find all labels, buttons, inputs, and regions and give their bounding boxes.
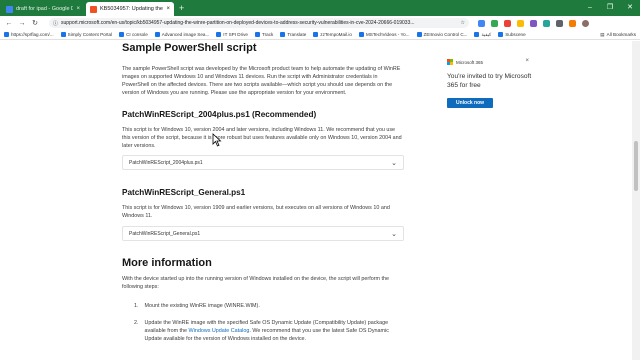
accordion-label: PatchWinREScript_General.ps1 [129, 230, 201, 237]
bookmark-item[interactable]: كيفية [474, 32, 491, 38]
bookmark-item[interactable]: https://sprflag.com/... [4, 32, 54, 37]
bookmark-icon [216, 32, 222, 37]
tab-close-icon[interactable]: × [166, 6, 170, 12]
extension-icon[interactable] [569, 19, 576, 27]
bookmark-item[interactable]: IT SPI Drive [216, 32, 248, 37]
microsoft365-ad: Microsoft 365 × You're invited to try Mi… [447, 58, 533, 125]
list-item: 2. Update the WinRE image with the speci… [134, 320, 389, 342]
extension-icon[interactable] [556, 19, 563, 27]
tab-close-icon[interactable]: × [76, 6, 80, 12]
script2-title: PatchWinREScript_General.ps1 [122, 188, 246, 197]
chevron-down-icon: ⌄ [391, 159, 397, 167]
extensions-area [478, 19, 589, 27]
bookmark-item[interactable]: Advanced image Sea... [154, 32, 209, 37]
article: Sample PowerShell script The sample Powe… [122, 41, 404, 343]
bookmark-icon [154, 32, 160, 37]
maximize-icon[interactable]: ❐ [600, 0, 620, 16]
unlock-now-button[interactable]: Unlock now [447, 98, 493, 108]
extension-icon[interactable] [517, 19, 524, 27]
address-bar[interactable]: ⓘ support.microsoft.com/en-us/topic/kb50… [49, 18, 469, 28]
bookmark-icon [313, 32, 319, 37]
page-content: Sample PowerShell script The sample Powe… [0, 41, 632, 360]
accordion-label: PatchWinREScript_2004plus.ps1 [129, 159, 203, 166]
bookmark-item[interactable]: Translate [280, 32, 306, 37]
close-icon[interactable]: × [525, 58, 529, 64]
url-text: support.microsoft.com/en-us/topic/kb5034… [61, 20, 415, 26]
minimize-icon[interactable]: – [580, 0, 600, 16]
new-tab-button[interactable]: + [179, 2, 184, 16]
profile-avatar[interactable] [582, 19, 589, 27]
ad-brand: Microsoft 365 [456, 59, 484, 65]
section-title: Sample PowerShell script [122, 42, 257, 54]
script2-accordion[interactable]: PatchWinREScript_General.ps1 ⌄ [122, 226, 404, 241]
bookmark-item[interactable]: Subscene [498, 32, 526, 37]
tab-kb5034957[interactable]: KB5034957: Updating the Win... × [86, 2, 174, 16]
microsoft-logo-icon [447, 59, 453, 65]
scrollbar[interactable] [632, 41, 640, 360]
window-close-icon[interactable]: ✕ [620, 0, 640, 16]
intro-paragraph: The sample PowerShell script was develop… [122, 66, 401, 96]
back-icon[interactable]: ← [4, 20, 14, 27]
browser-toolbar: ← → ↻ ⓘ support.microsoft.com/en-us/topi… [0, 16, 640, 30]
all-bookmarks-button[interactable]: ▤ All Bookmarks [600, 32, 636, 38]
tab-title: draft for ipad - Google Docs [16, 6, 74, 12]
bookmark-item[interactable]: CI console [119, 32, 148, 37]
chevron-down-icon: ⌄ [391, 230, 397, 238]
bookmark-icon [254, 32, 260, 37]
bookmark-item[interactable]: ZEIInovio Control C... [416, 32, 467, 37]
scrollbar-thumb[interactable] [634, 141, 638, 191]
info-icon[interactable]: ⓘ [53, 20, 58, 27]
script2-description: This script is for Windows 10, version 1… [122, 205, 390, 219]
cursor-icon [212, 133, 222, 147]
window-controls: – ❐ ✕ [580, 0, 640, 16]
tab-title: KB5034957: Updating the Win... [100, 6, 163, 12]
folder-icon: ▤ [600, 31, 605, 37]
script1-description: This script is for Windows 10, version 2… [122, 127, 402, 149]
extension-icon[interactable] [530, 19, 537, 27]
bookmark-icon [416, 32, 422, 37]
extension-icon[interactable] [478, 19, 485, 27]
extension-icon[interactable] [504, 19, 511, 27]
bookmark-icon [498, 32, 504, 37]
bookmark-icon [280, 32, 286, 37]
reload-icon[interactable]: ↻ [30, 19, 40, 27]
bookmark-icon [4, 32, 9, 37]
script1-title: PatchWinREScript_2004plus.ps1 (Recommend… [122, 110, 317, 119]
ad-header: Microsoft 365 [447, 59, 533, 65]
extension-icon[interactable] [491, 19, 498, 27]
ad-text: You're invited to try Microsoft 365 for … [447, 73, 532, 89]
bookmark-icon [60, 32, 66, 37]
extension-icon[interactable] [543, 19, 550, 27]
bookmark-item[interactable]: MSTechVideos - Yo... [358, 32, 410, 37]
tab-google-docs[interactable]: draft for ipad - Google Docs × [2, 2, 84, 16]
bookmark-icon [119, 32, 125, 37]
bookmark-item[interactable]: Track [254, 32, 273, 37]
bookmarks-bar: https://sprflag.com/... Simply Content P… [0, 30, 640, 40]
microsoft-favicon [90, 5, 97, 13]
list-item: 1. Mount the existing WinRE image (WINRE… [134, 303, 260, 309]
more-info-intro: With the device started up into the runn… [122, 276, 389, 290]
bookmark-item[interactable]: Simply Content Portal [60, 32, 112, 37]
star-icon[interactable]: ☆ [461, 20, 465, 26]
script1-accordion[interactable]: PatchWinREScript_2004plus.ps1 ⌄ [122, 155, 404, 170]
google-docs-icon [6, 5, 13, 13]
windows-update-catalog-link[interactable]: Windows Update Catalog [189, 328, 250, 334]
more-info-title: More information [122, 257, 212, 269]
bookmark-icon [474, 32, 480, 37]
bookmark-icon [358, 32, 364, 37]
forward-icon[interactable]: → [17, 20, 27, 27]
tab-strip: draft for ipad - Google Docs × KB5034957… [0, 0, 640, 16]
bookmark-item[interactable]: zzTempoMail.io [313, 32, 352, 37]
